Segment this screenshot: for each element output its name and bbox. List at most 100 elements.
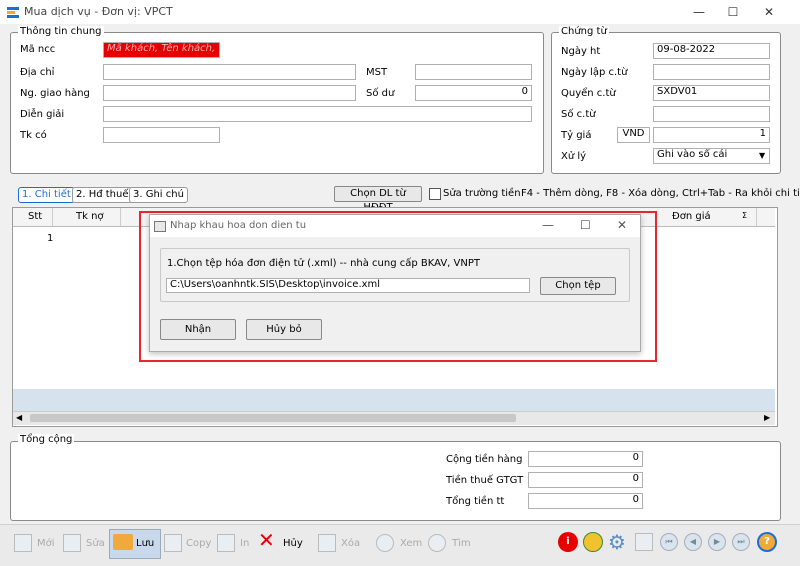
chon-dl-hddt-button[interactable]: Chọn DL từ HĐĐT xyxy=(334,186,422,213)
xoa-button[interactable]: Xóa xyxy=(341,538,360,549)
tab-ghi-chu[interactable]: 3. Ghi chú xyxy=(129,187,188,203)
scroll-right-icon[interactable]: ▶ xyxy=(764,413,770,422)
import-invoice-dialog: Nhap khau hoa don dien tu — ☐ ✕ 1.Chọn t… xyxy=(149,214,641,352)
last-record-icon[interactable]: ⏭ xyxy=(732,533,750,551)
ngay-lap-input[interactable] xyxy=(653,64,770,80)
chevron-down-icon[interactable]: ▼ xyxy=(759,151,765,160)
scroll-left-icon[interactable]: ◀ xyxy=(16,413,22,422)
so-ct-input[interactable] xyxy=(653,106,770,122)
col-tk-no: Tk nợ xyxy=(76,211,104,222)
col-divider xyxy=(120,208,121,226)
tong-tien-label: Tổng tiền tt xyxy=(446,496,505,507)
prev-record-icon[interactable]: ◀ xyxy=(684,533,702,551)
huy-button[interactable]: Hủy xyxy=(283,538,303,549)
totals-legend: Tổng cộng xyxy=(18,434,75,445)
so-ct-label: Số c.từ xyxy=(561,109,596,120)
in-button[interactable]: In xyxy=(240,538,249,549)
tab-hd-thue[interactable]: 2. Hđ thuế xyxy=(72,187,133,203)
sua-truong-tien-checkbox[interactable] xyxy=(429,188,441,200)
ngay-ht-input[interactable]: 09-08-2022 xyxy=(653,43,770,59)
scrollbar-thumb[interactable] xyxy=(30,414,516,422)
search-icon[interactable] xyxy=(428,534,446,552)
cong-tien-hang-value: 0 xyxy=(528,451,643,467)
currency-input[interactable]: VND xyxy=(617,127,650,143)
row-stt: 1 xyxy=(47,233,54,244)
cong-tien-hang-label: Cộng tiền hàng xyxy=(446,454,523,465)
moi-button[interactable]: Mới xyxy=(37,538,55,549)
ok-button[interactable]: Nhận xyxy=(160,319,236,340)
next-record-icon[interactable]: ▶ xyxy=(708,533,726,551)
window-title: Mua dịch vụ - Đơn vị: VPCT xyxy=(24,5,173,18)
dien-giai-label: Diễn giải xyxy=(20,109,65,120)
choose-file-button[interactable]: Chọn tệp xyxy=(540,277,616,295)
copy-button[interactable]: Copy xyxy=(186,538,211,549)
dia-chi-input[interactable] xyxy=(103,64,356,80)
xem-button[interactable]: Xem xyxy=(400,538,422,549)
sigma-icon[interactable]: Σ xyxy=(742,211,747,220)
totals-panel xyxy=(10,441,781,521)
edit-icon[interactable] xyxy=(63,534,81,552)
dien-giai-input[interactable] xyxy=(103,106,532,122)
ty-gia-input[interactable]: 1 xyxy=(653,127,770,143)
copy-icon[interactable] xyxy=(164,534,182,552)
document-icon[interactable] xyxy=(635,533,653,551)
close-button[interactable]: ✕ xyxy=(752,0,786,24)
file-path-input[interactable]: C:\Users\oanhntk.SIS\Desktop\invoice.xml xyxy=(166,278,530,293)
list-icon[interactable] xyxy=(583,532,603,552)
grid-footer-band xyxy=(13,389,775,411)
folder-save-icon[interactable] xyxy=(113,534,133,550)
maximize-button[interactable]: ☐ xyxy=(716,0,750,24)
voucher-legend: Chứng từ xyxy=(559,26,609,37)
ty-gia-label: Tỷ giá xyxy=(561,130,592,141)
ma-ncc-input[interactable]: Mã khách, Tên khách, ... xyxy=(103,42,220,58)
col-stt: Stt xyxy=(28,211,43,222)
col-don-gia: Đơn giá xyxy=(672,211,711,222)
so-du-label: Số dư xyxy=(366,88,395,99)
dialog-close-button[interactable]: ✕ xyxy=(617,218,627,232)
new-doc-icon[interactable] xyxy=(14,534,32,552)
first-record-icon[interactable]: ⏮ xyxy=(660,533,678,551)
ng-giao-hang-label: Ng. giao hàng xyxy=(20,88,90,99)
so-du-value: 0 xyxy=(415,85,532,101)
dialog-title: Nhap khau hoa don dien tu xyxy=(170,220,307,231)
tong-tien-value: 0 xyxy=(528,493,643,509)
xu-ly-label: Xử lý xyxy=(561,151,587,162)
col-divider xyxy=(52,208,53,226)
print-icon[interactable] xyxy=(217,534,235,552)
col-divider xyxy=(756,208,757,226)
dialog-instruction: 1.Chọn tệp hóa đơn điện tử (.xml) -- nhà… xyxy=(167,258,481,269)
dialog-maximize-button[interactable]: ☐ xyxy=(580,218,591,232)
ngay-lap-label: Ngày lập c.từ xyxy=(561,67,628,78)
cancel-button[interactable]: Hủy bỏ xyxy=(246,319,322,340)
info-icon[interactable]: i xyxy=(558,532,578,552)
xu-ly-value: Ghi vào sổ cái xyxy=(657,149,728,160)
ng-giao-hang-input[interactable] xyxy=(103,85,356,101)
tien-thue-value: 0 xyxy=(528,472,643,488)
general-info-panel xyxy=(10,32,544,174)
luu-button[interactable]: Lưu xyxy=(136,538,154,549)
tk-co-input[interactable] xyxy=(103,127,220,143)
sua-button[interactable]: Sửa xyxy=(86,538,105,549)
hotkeys-hint: F4 - Thêm dòng, F8 - Xóa dòng, Ctrl+Tab … xyxy=(521,188,800,199)
delete-icon[interactable] xyxy=(318,534,336,552)
general-info-legend: Thông tin chung xyxy=(18,26,104,37)
quyen-ct-label: Quyển c.từ xyxy=(561,88,616,99)
ngay-ht-label: Ngày ht xyxy=(561,46,601,57)
help-icon[interactable]: ? xyxy=(757,532,777,552)
mst-label: MST xyxy=(366,67,388,78)
view-eye-icon[interactable] xyxy=(376,534,394,552)
sua-truong-tien-label: Sửa trường tiền xyxy=(443,188,521,199)
ma-ncc-label: Mã ncc xyxy=(20,44,56,55)
app-logo-icon xyxy=(7,7,19,18)
cancel-x-icon[interactable]: ✕ xyxy=(258,529,275,551)
gear-icon[interactable]: ⚙ xyxy=(608,531,626,553)
xu-ly-select[interactable]: Ghi vào sổ cái xyxy=(653,148,770,164)
dialog-minimize-button[interactable]: — xyxy=(542,218,554,232)
mst-input[interactable] xyxy=(415,64,532,80)
quyen-ct-input[interactable]: SXDV01 xyxy=(653,85,770,101)
tim-button[interactable]: Tìm xyxy=(452,538,471,549)
window-title-bar: Mua dịch vụ - Đơn vị: VPCT — ☐ ✕ xyxy=(0,0,800,24)
tab-chi-tiet[interactable]: 1. Chi tiết xyxy=(18,187,75,203)
tien-thue-label: Tiền thuế GTGT xyxy=(446,475,524,486)
minimize-button[interactable]: — xyxy=(682,0,716,24)
